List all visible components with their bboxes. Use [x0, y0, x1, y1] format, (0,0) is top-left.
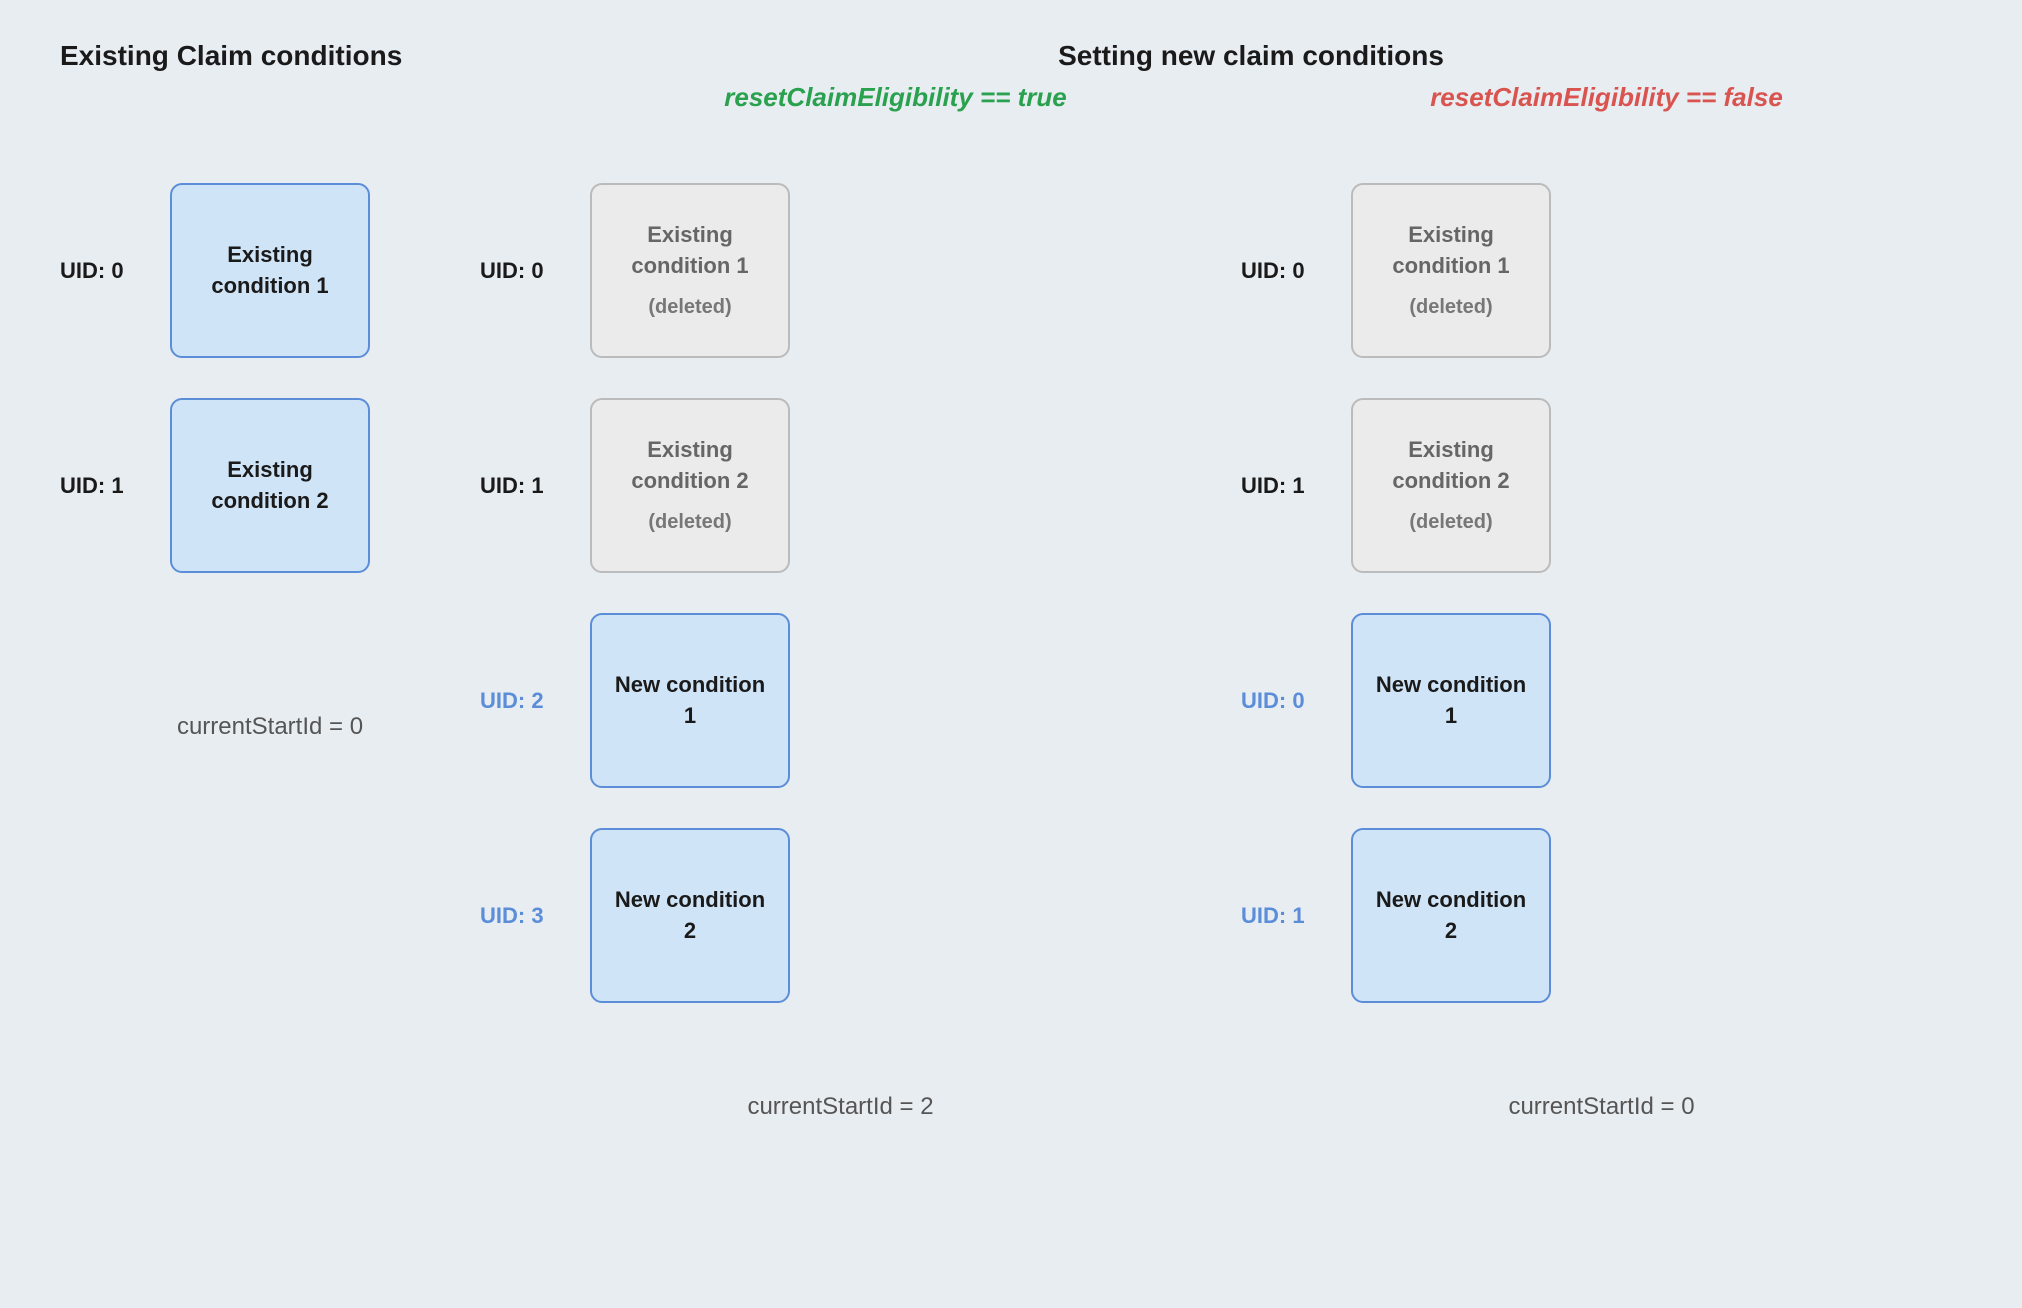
- left-panel: UID: 0 Existing condition 1 UID: 1 Exist…: [60, 163, 480, 1131]
- true-new-box-0: New condition 1: [590, 613, 790, 788]
- true-del-label-0: Existing condition 1: [608, 220, 772, 282]
- true-deleted-0: UID: 0 Existing condition 1 (deleted): [480, 183, 1201, 358]
- true-uid-del-0: UID: 0: [480, 258, 590, 284]
- uid-label-0: UID: 0: [60, 258, 170, 284]
- existing-box-0: Existing condition 1: [170, 183, 370, 358]
- existing-row-0: UID: 0 Existing condition 1: [60, 183, 480, 358]
- uid-label-1: UID: 1: [60, 473, 170, 499]
- setting-title: Setting new claim conditions: [540, 40, 1962, 72]
- true-uid-new-0: UID: 2: [480, 688, 590, 714]
- existing-box-1-label: Existing condition 2: [188, 455, 352, 517]
- reset-true-label: resetClaimEligibility == true: [724, 82, 1066, 112]
- true-new-1: UID: 3 New condition 2: [480, 828, 1201, 1003]
- false-new-0: UID: 0 New condition 1: [1241, 613, 1962, 788]
- false-del-box-0: Existing condition 1 (deleted): [1351, 183, 1551, 358]
- false-del-sub-1: (deleted): [1369, 508, 1533, 536]
- existing-box-1: Existing condition 2: [170, 398, 370, 573]
- false-panel: UID: 0 Existing condition 1 (deleted) UI…: [1241, 163, 1962, 1131]
- true-panel: UID: 0 Existing condition 1 (deleted) UI…: [480, 163, 1201, 1131]
- true-new-box-1: New condition 2: [590, 828, 790, 1003]
- reset-false-col: resetClaimEligibility == false: [1251, 82, 1962, 113]
- false-new-label-1: New condition 2: [1369, 885, 1533, 947]
- true-deleted-1: UID: 1 Existing condition 2 (deleted): [480, 398, 1201, 573]
- false-deleted-1: UID: 1 Existing condition 2 (deleted): [1241, 398, 1962, 573]
- false-uid-new-1: UID: 1: [1241, 903, 1351, 929]
- true-new-label-1: New condition 2: [608, 885, 772, 947]
- false-del-sub-0: (deleted): [1369, 293, 1533, 321]
- right-panels: UID: 0 Existing condition 1 (deleted) UI…: [480, 163, 1962, 1131]
- true-del-label-1: Existing condition 2: [608, 435, 772, 497]
- false-uid-del-0: UID: 0: [1241, 258, 1351, 284]
- left-current-start: currentStartId = 0: [60, 713, 480, 741]
- false-new-box-0: New condition 1: [1351, 613, 1551, 788]
- false-uid-new-0: UID: 0: [1241, 688, 1351, 714]
- true-del-sub-1: (deleted): [608, 508, 772, 536]
- true-uid-new-1: UID: 3: [480, 903, 590, 929]
- page-title-row: Existing Claim conditions Setting new cl…: [60, 40, 1962, 72]
- false-new-box-1: New condition 2: [1351, 828, 1551, 1003]
- true-new-label-0: New condition 1: [608, 670, 772, 732]
- true-del-sub-0: (deleted): [608, 293, 772, 321]
- main-content: UID: 0 Existing condition 1 UID: 1 Exist…: [60, 163, 1962, 1131]
- header-row: resetClaimEligibility == true resetClaim…: [60, 82, 1962, 113]
- false-uid-del-1: UID: 1: [1241, 473, 1351, 499]
- false-new-label-0: New condition 1: [1369, 670, 1533, 732]
- divider: [1201, 163, 1241, 1131]
- true-uid-del-1: UID: 1: [480, 473, 590, 499]
- true-del-box-0: Existing condition 1 (deleted): [590, 183, 790, 358]
- false-current-start: currentStartId = 0: [1241, 1093, 1962, 1121]
- false-deleted-0: UID: 0 Existing condition 1 (deleted): [1241, 183, 1962, 358]
- existing-box-0-label: Existing condition 1: [188, 240, 352, 302]
- existing-row-1: UID: 1 Existing condition 2: [60, 398, 480, 573]
- false-del-label-1: Existing condition 2: [1369, 435, 1533, 497]
- true-del-box-1: Existing condition 2 (deleted): [590, 398, 790, 573]
- false-del-box-1: Existing condition 2 (deleted): [1351, 398, 1551, 573]
- true-current-start: currentStartId = 2: [480, 1093, 1201, 1121]
- true-new-0: UID: 2 New condition 1: [480, 613, 1201, 788]
- false-del-label-0: Existing condition 1: [1369, 220, 1533, 282]
- false-new-1: UID: 1 New condition 2: [1241, 828, 1962, 1003]
- reset-true-col: resetClaimEligibility == true: [540, 82, 1251, 113]
- reset-false-label: resetClaimEligibility == false: [1430, 82, 1783, 112]
- existing-title: Existing Claim conditions: [60, 40, 480, 72]
